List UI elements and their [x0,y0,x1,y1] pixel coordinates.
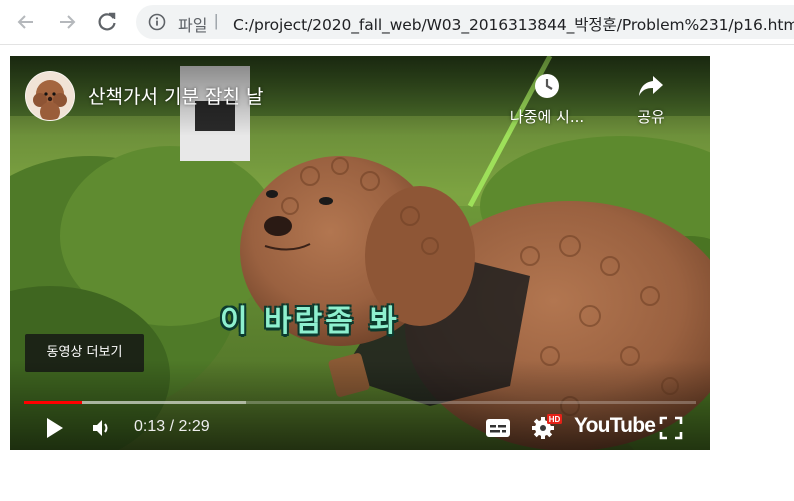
fullscreen-button[interactable] [658,415,684,441]
share-button[interactable]: 공유 [603,72,699,127]
clock-icon [535,74,559,98]
settings-button[interactable]: HD [531,413,563,441]
play-icon [47,418,63,438]
scheme-separator: | [214,11,219,30]
volume-icon [93,420,108,436]
share-arrow-icon [639,76,663,96]
time-display: 0:13 / 2:29 [134,418,210,435]
captions-icon [486,419,510,437]
arrow-left-icon [17,15,33,29]
arrow-right-icon [60,15,76,29]
volume-button[interactable] [90,416,114,440]
address-bar[interactable]: 파일 | C:/project/2020_fall_web/W03_201631… [136,5,794,39]
url-text[interactable]: C:/project/2020_fall_web/W03_2016313844_… [233,13,794,35]
forward-button[interactable] [53,8,81,36]
fullscreen-icon [659,416,683,440]
video-title[interactable]: 산책가서 기분 잡친 날 [88,82,263,109]
info-icon[interactable] [148,13,166,31]
progress-bar[interactable] [24,401,696,404]
watch-later-button[interactable]: 나중에 시... [499,72,595,127]
reload-button[interactable] [93,8,121,36]
hd-badge: HD [549,415,561,424]
channel-avatar[interactable] [25,71,75,121]
burned-in-caption: 이 바람좀 봐 [220,304,400,339]
captions-button[interactable] [485,417,511,439]
gear-icon: HD [532,414,562,439]
share-label: 공유 [637,108,665,126]
youtube-logo[interactable]: YouTube [574,414,656,438]
scheme-label: 파일 [178,16,208,35]
back-button[interactable] [12,8,40,36]
poodle-avatar-image [26,72,74,120]
video-player[interactable]: 산책가서 기분 잡친 날 나중에 시... 공유 이 바람좀 봐 동영상 더보기… [10,56,710,450]
progress-played [24,401,83,404]
watch-later-label: 나중에 시... [509,108,585,126]
reload-icon [98,12,116,31]
browser-toolbar: 파일 | C:/project/2020_fall_web/W03_201631… [0,0,794,45]
play-button[interactable] [42,416,66,440]
